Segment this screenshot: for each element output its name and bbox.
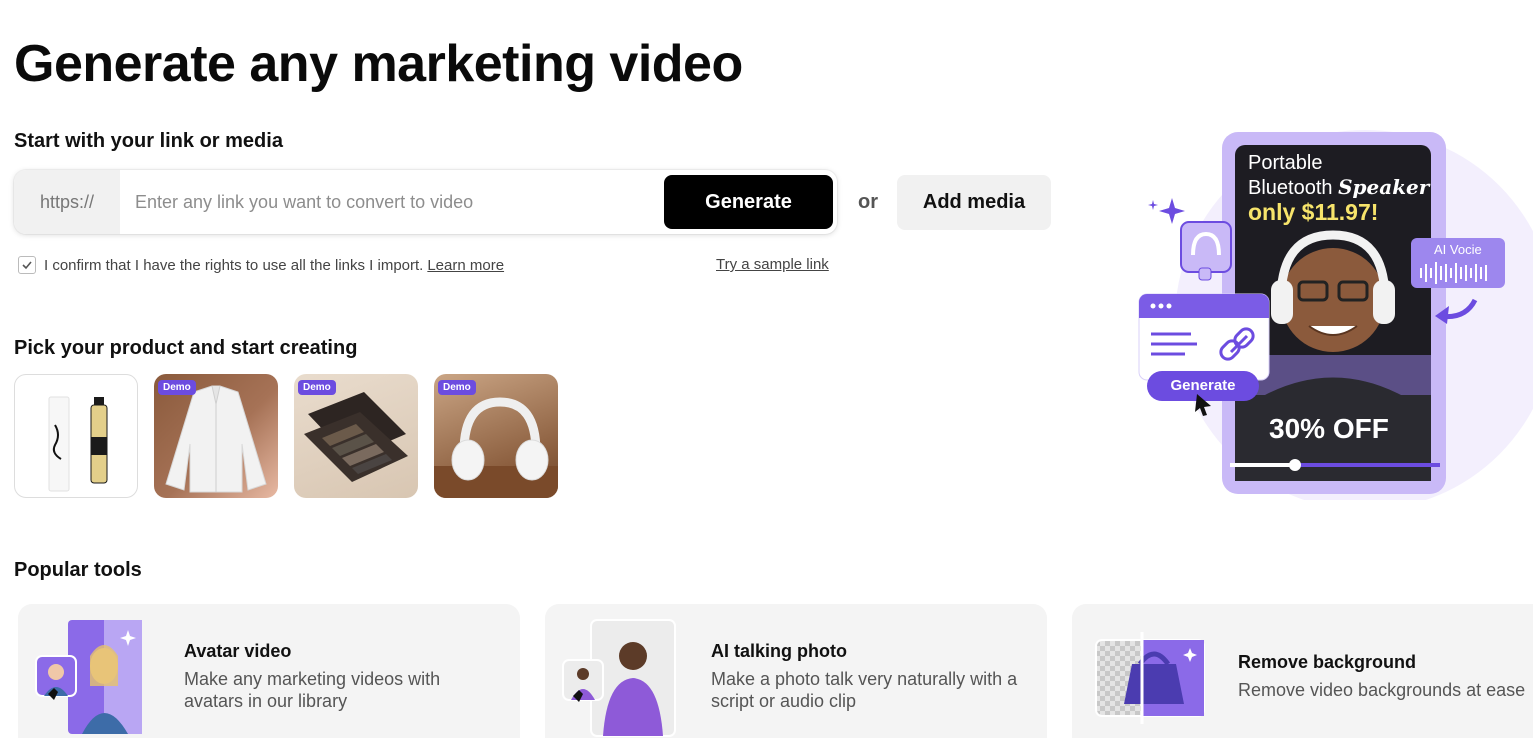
- remove-bg-icon: [1095, 632, 1205, 724]
- hero-illustration: Portable Bluetooth Speaker only $11.97! …: [1135, 130, 1533, 510]
- or-label: or: [858, 191, 878, 213]
- product-headphones[interactable]: Demo: [434, 374, 558, 498]
- ad-headline-line2: Bluetooth Speaker: [1248, 175, 1429, 200]
- try-sample-link[interactable]: Try a sample link: [716, 256, 829, 273]
- tool-remove-background[interactable]: Remove background Remove video backgroun…: [1072, 604, 1533, 738]
- rights-confirm-row: I confirm that I have the rights to use …: [18, 256, 504, 274]
- rights-checkbox[interactable]: [18, 256, 36, 274]
- product-eyeshadow[interactable]: Demo: [294, 374, 418, 498]
- tool-title: Avatar video: [184, 641, 292, 661]
- ad-headline-line1: Portable: [1248, 152, 1323, 174]
- learn-more-link[interactable]: Learn more: [427, 257, 504, 274]
- tool-title: Remove background: [1238, 652, 1417, 672]
- rights-confirm-text: I confirm that I have the rights to use …: [44, 256, 424, 274]
- generate-button[interactable]: Generate: [664, 175, 833, 229]
- ad-price: only $11.97!: [1248, 199, 1379, 225]
- add-media-button[interactable]: Add media: [897, 175, 1051, 230]
- tool-avatar-video[interactable]: Avatar video Make any marketing videos w…: [18, 604, 520, 738]
- demo-badge: Demo: [158, 380, 196, 395]
- avatar-icon: [35, 620, 142, 734]
- products-heading: Pick your product and start creating: [14, 337, 358, 359]
- ad-discount: 30% OFF: [1269, 413, 1389, 444]
- product-perfume[interactable]: [14, 374, 138, 498]
- check-icon: [22, 261, 32, 270]
- demo-badge: Demo: [438, 380, 476, 395]
- tools-list: Avatar video Make any marketing videos w…: [18, 604, 1533, 738]
- tool-description: Remove video backgrounds at ease: [1238, 680, 1526, 700]
- ai-voice-label: AI Vocie: [1434, 242, 1482, 257]
- page-title: Generate any marketing video: [14, 35, 743, 93]
- tool-description: Make any marketing videos with avatars i…: [184, 669, 441, 711]
- link-input-bar: https:// Generate: [14, 170, 837, 234]
- url-prefix: https://: [14, 170, 120, 234]
- ad-headline-line2-text: Bluetooth: [1248, 177, 1333, 199]
- tool-ai-talking-photo[interactable]: AI talking photo Make a photo talk very …: [545, 604, 1047, 738]
- tool-title: AI talking photo: [711, 641, 847, 661]
- tool-description: Make a photo talk very naturally with a …: [711, 669, 1018, 711]
- ad-headline-italic: Speaker: [1338, 175, 1430, 199]
- perfume-image: [48, 396, 108, 492]
- product-list: Demo Demo Demo: [14, 374, 558, 498]
- product-shirt[interactable]: Demo: [154, 374, 278, 498]
- demo-badge: Demo: [298, 380, 336, 395]
- talking-photo-icon: [562, 619, 676, 737]
- popular-tools-heading: Popular tools: [14, 559, 142, 581]
- link-section-heading: Start with your link or media: [14, 130, 283, 152]
- sparkle-icon: [1159, 198, 1185, 224]
- hero-generate-label: Generate: [1170, 377, 1236, 394]
- link-input[interactable]: [135, 182, 655, 222]
